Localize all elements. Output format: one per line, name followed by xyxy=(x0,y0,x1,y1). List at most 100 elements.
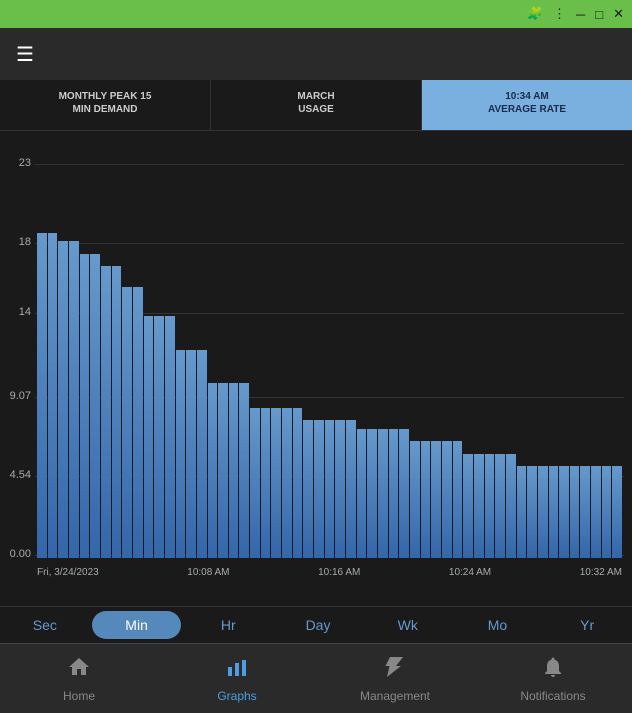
bar-wrapper xyxy=(549,141,559,558)
bar-wrapper xyxy=(37,141,47,558)
chart-grid: 2318149.074.540.00Fri, 3/24/202310:08 AM… xyxy=(35,141,624,606)
nav-item-management[interactable]: Management xyxy=(316,644,474,713)
bar-wrapper xyxy=(474,141,484,558)
bars-container xyxy=(35,141,624,558)
minimize-icon[interactable]: ─ xyxy=(576,7,585,22)
stat-march-usage-label: MARCHUSAGE xyxy=(223,90,409,116)
time-tab-hr[interactable]: Hr xyxy=(183,607,273,643)
bar-wrapper xyxy=(485,141,495,558)
bar-wrapper xyxy=(357,141,367,558)
bar xyxy=(580,466,590,558)
bar-wrapper xyxy=(144,141,154,558)
x-axis-label: 10:08 AM xyxy=(187,567,229,578)
bar-wrapper xyxy=(69,141,79,558)
bar-wrapper xyxy=(80,141,90,558)
bar-wrapper xyxy=(495,141,505,558)
bar-wrapper xyxy=(154,141,164,558)
time-tab-day[interactable]: Day xyxy=(273,607,363,643)
bar-wrapper xyxy=(101,141,111,558)
x-axis: Fri, 3/24/202310:08 AM10:16 AM10:24 AM10… xyxy=(35,567,624,578)
bar xyxy=(133,287,143,558)
bar xyxy=(367,429,377,558)
bar-wrapper xyxy=(399,141,409,558)
time-tab-min[interactable]: Min xyxy=(92,611,182,639)
bar-wrapper xyxy=(186,141,196,558)
grid-label: 18 xyxy=(7,236,31,248)
bar xyxy=(612,466,622,558)
time-tab-mo[interactable]: Mo xyxy=(453,607,543,643)
time-tab-yr[interactable]: Yr xyxy=(542,607,632,643)
bar xyxy=(485,454,495,558)
x-axis-label: 10:32 AM xyxy=(580,567,622,578)
bar xyxy=(197,350,207,559)
nav-label-graphs: Graphs xyxy=(217,689,256,703)
close-icon[interactable]: ✕ xyxy=(613,6,624,22)
bar xyxy=(250,408,260,558)
time-tab-wk[interactable]: Wk xyxy=(363,607,453,643)
bar xyxy=(208,383,218,558)
bar xyxy=(282,408,292,558)
bar xyxy=(421,441,431,558)
bar xyxy=(58,241,68,558)
bar xyxy=(378,429,388,558)
nav-item-graphs[interactable]: Graphs xyxy=(158,644,316,713)
bar xyxy=(410,441,420,558)
bar-wrapper xyxy=(538,141,548,558)
bar xyxy=(69,241,79,558)
bar-wrapper xyxy=(453,141,463,558)
bar xyxy=(186,350,196,559)
bar xyxy=(431,441,441,558)
bar xyxy=(474,454,484,558)
bar xyxy=(517,466,527,558)
home-icon xyxy=(67,655,91,685)
bar-wrapper xyxy=(239,141,249,558)
bar xyxy=(261,408,271,558)
bar-wrapper xyxy=(346,141,356,558)
bar xyxy=(325,420,335,558)
puzzle-icon[interactable]: 🧩 xyxy=(527,6,543,22)
bar-wrapper xyxy=(335,141,345,558)
hamburger-icon[interactable]: ☰ xyxy=(16,42,34,67)
bar xyxy=(453,441,463,558)
bar-wrapper xyxy=(367,141,377,558)
stat-average-rate: 10:34 AMAVERAGE RATE xyxy=(422,80,632,130)
app-header: ☰ xyxy=(0,28,632,80)
bar xyxy=(463,454,473,558)
bottom-nav: Home Graphs Management Notifications xyxy=(0,643,632,713)
bar-wrapper xyxy=(208,141,218,558)
nav-item-notifications[interactable]: Notifications xyxy=(474,644,632,713)
stat-march-usage: MARCHUSAGE xyxy=(211,80,422,130)
bar xyxy=(442,441,452,558)
bar xyxy=(346,420,356,558)
bar-wrapper xyxy=(527,141,537,558)
bar xyxy=(389,429,399,558)
bar xyxy=(570,466,580,558)
nav-item-home[interactable]: Home xyxy=(0,644,158,713)
bar xyxy=(549,466,559,558)
title-bar: 🧩 ⋮ ─ □ ✕ xyxy=(0,0,632,28)
bar-wrapper xyxy=(261,141,271,558)
bar xyxy=(314,420,324,558)
bar-wrapper xyxy=(90,141,100,558)
grid-label: 9.07 xyxy=(7,390,31,402)
bar-wrapper xyxy=(389,141,399,558)
bar xyxy=(229,383,239,558)
bar xyxy=(80,254,90,558)
bar-wrapper xyxy=(421,141,431,558)
bar xyxy=(176,350,186,559)
maximize-icon[interactable]: □ xyxy=(595,7,603,22)
time-tab-sec[interactable]: Sec xyxy=(0,607,90,643)
time-tabs: SecMinHrDayWkMoYr xyxy=(0,606,632,643)
bar xyxy=(591,466,601,558)
stat-average-rate-label: 10:34 AMAVERAGE RATE xyxy=(434,90,620,116)
menu-icon[interactable]: ⋮ xyxy=(553,6,566,22)
bar-wrapper xyxy=(250,141,260,558)
bar-wrapper xyxy=(197,141,207,558)
bar xyxy=(293,408,303,558)
bar-wrapper xyxy=(580,141,590,558)
bar xyxy=(303,420,313,558)
bar xyxy=(37,233,47,558)
bar-wrapper xyxy=(591,141,601,558)
bar xyxy=(154,316,164,558)
bar xyxy=(399,429,409,558)
